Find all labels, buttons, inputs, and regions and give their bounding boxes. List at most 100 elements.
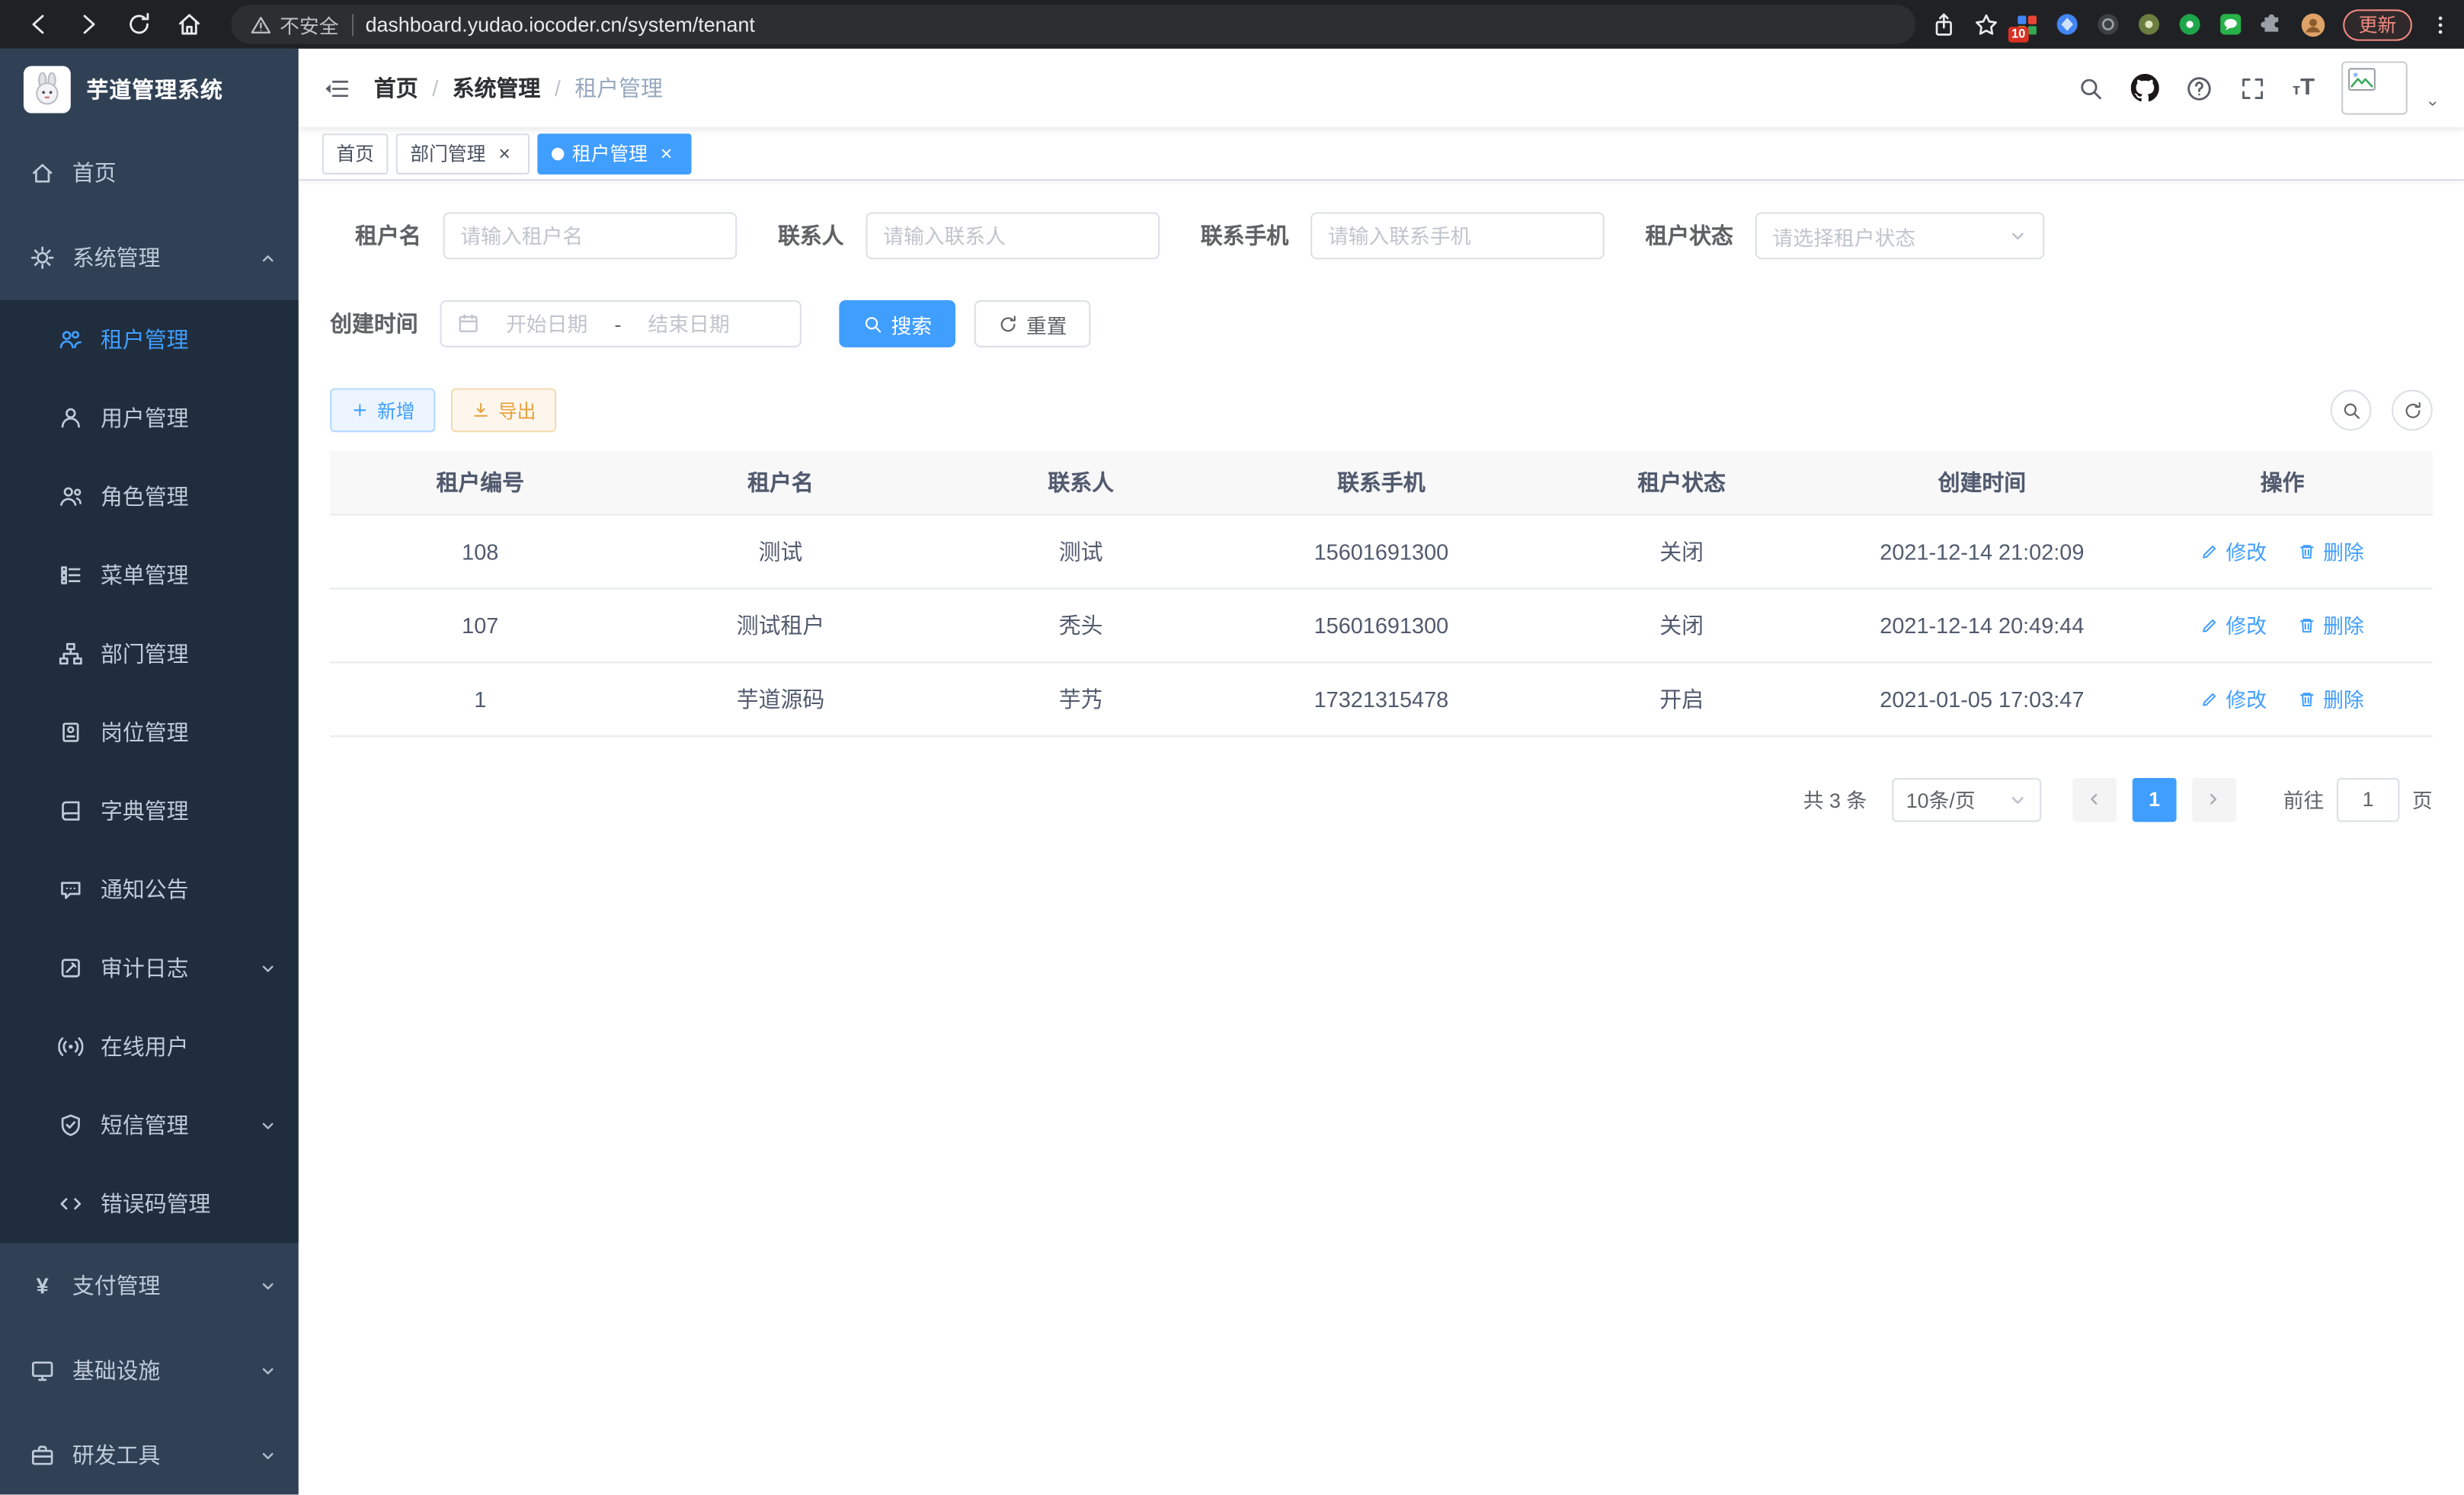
cell-mobile: 15601691300	[1231, 514, 1531, 587]
export-button[interactable]: 导出	[451, 388, 556, 432]
pencil-icon	[2200, 615, 2219, 634]
sidebar-item-audit-log[interactable]: 审计日志	[0, 929, 299, 1007]
column-header-tenant-id: 租户编号	[330, 451, 630, 514]
kebab-menu-icon[interactable]	[2430, 14, 2452, 36]
sidebar-item-sms[interactable]: 短信管理	[0, 1086, 299, 1164]
sidebar-item-menu[interactable]: 菜单管理	[0, 536, 299, 614]
sidebar-item-dev-tools[interactable]: 研发工具	[0, 1413, 299, 1494]
sidebar-item-post[interactable]: 岗位管理	[0, 693, 299, 772]
sidebar-item-home[interactable]: 首页	[0, 130, 299, 215]
edit-label: 修改	[2226, 683, 2267, 713]
extension-with-badge-icon[interactable]: 10	[2016, 14, 2038, 36]
sidebar-item-error-code[interactable]: 错误码管理	[0, 1164, 299, 1243]
delete-button[interactable]: 删除	[2298, 610, 2364, 639]
sidebar-item-dict[interactable]: 字典管理	[0, 772, 299, 850]
delete-button[interactable]: 删除	[2298, 536, 2364, 565]
add-button[interactable]: 新增	[330, 388, 435, 432]
bookmark-star-icon[interactable]	[1973, 11, 1998, 37]
breadcrumb-system[interactable]: 系统管理	[453, 72, 541, 104]
github-icon[interactable]	[2131, 74, 2159, 102]
tag-home[interactable]: 首页	[322, 133, 389, 174]
close-icon[interactable]: ×	[494, 142, 516, 165]
edit-button[interactable]: 修改	[2200, 610, 2267, 639]
edit-button[interactable]: 修改	[2200, 683, 2267, 713]
cell-tenant-name: 测试租户	[630, 587, 930, 661]
column-header-tenant-name: 租户名	[630, 451, 930, 514]
security-indicator[interactable]: 不安全	[250, 9, 339, 39]
sidebar-item-online-users[interactable]: 在线用户	[0, 1007, 299, 1086]
delete-button[interactable]: 删除	[2298, 683, 2364, 713]
blue-extension-icon[interactable]	[2056, 13, 2079, 37]
goto-page-input[interactable]	[2337, 777, 2400, 821]
page-size-select[interactable]: 10条/页	[1892, 777, 2041, 821]
sidebar-item-user[interactable]: 用户管理	[0, 379, 299, 457]
share-icon[interactable]	[1931, 11, 1957, 37]
home-nav-icon[interactable]	[176, 11, 203, 37]
breadcrumb-home[interactable]: 首页	[374, 72, 418, 104]
status-select-placeholder: 请选择租户状态	[1773, 221, 1916, 251]
sidebar-item-label: 部门管理	[101, 638, 189, 669]
dark-extension-icon[interactable]	[2096, 13, 2120, 37]
sidebar-item-tenant[interactable]: 租户管理	[0, 300, 299, 379]
date-range-picker[interactable]: -	[440, 300, 802, 347]
profile-avatar[interactable]	[2300, 11, 2325, 37]
sidebar-item-infra[interactable]: 基础设施	[0, 1328, 299, 1413]
reset-button[interactable]: 重置	[974, 300, 1091, 347]
chevron-down-icon	[259, 1277, 277, 1295]
browser-chrome: 不安全 dashboard.yudao.iocoder.cn/system/te…	[0, 0, 2464, 49]
filter-contact: 联系人	[778, 212, 1160, 259]
contact-input[interactable]	[883, 224, 1142, 248]
navbar-actions: тT	[2077, 61, 2440, 114]
sidebar-item-label: 审计日志	[101, 952, 189, 984]
search-button[interactable]: 搜索	[839, 300, 955, 347]
cell-tenant-id: 108	[330, 514, 630, 587]
fullscreen-icon[interactable]	[2239, 75, 2266, 101]
green-extension-icon[interactable]	[2178, 13, 2202, 37]
next-page-button[interactable]	[2192, 777, 2236, 821]
puzzle-icon[interactable]	[2260, 13, 2283, 37]
sidebar-item-system[interactable]: 系统管理	[0, 216, 299, 300]
caret-down-icon[interactable]	[2424, 99, 2440, 115]
current-page-button[interactable]: 1	[2133, 777, 2177, 821]
sidebar-item-role[interactable]: 角色管理	[0, 457, 299, 536]
sidebar-item-pay[interactable]: ¥ 支付管理	[0, 1243, 299, 1327]
mobile-input[interactable]	[1328, 224, 1587, 248]
prev-page-button[interactable]	[2072, 777, 2117, 821]
cell-created: 2021-01-05 17:03:47	[1832, 661, 2132, 735]
cell-contact: 测试	[931, 514, 1231, 587]
mobile-input-wrap	[1310, 212, 1605, 259]
toggle-search-button[interactable]	[2331, 390, 2372, 431]
edit-button[interactable]: 修改	[2200, 536, 2267, 565]
olive-extension-icon[interactable]	[2137, 13, 2161, 37]
search-icon[interactable]	[2077, 75, 2104, 101]
logo-row[interactable]: 芋道管理系统	[0, 49, 299, 130]
sidebar-item-notice[interactable]: 通知公告	[0, 850, 299, 929]
start-date-input[interactable]	[488, 312, 605, 335]
forward-icon[interactable]	[75, 11, 102, 37]
help-icon[interactable]	[2186, 75, 2213, 101]
sidebar-item-label: 在线用户	[101, 1031, 189, 1062]
url-text[interactable]: dashboard.yudao.iocoder.cn/system/tenant	[366, 13, 755, 37]
cell-mobile: 15601691300	[1231, 587, 1531, 661]
font-size-icon[interactable]: тT	[2293, 74, 2315, 102]
contact-input-wrap	[866, 212, 1160, 259]
tag-dept[interactable]: 部门管理 ×	[396, 133, 530, 174]
sidebar-toggle[interactable]	[322, 75, 350, 101]
tenant-name-input[interactable]	[460, 224, 719, 248]
user-avatar[interactable]	[2341, 61, 2408, 114]
status-select[interactable]: 请选择租户状态	[1755, 212, 2045, 259]
sidebar-item-dept[interactable]: 部门管理	[0, 614, 299, 693]
reload-icon[interactable]	[126, 11, 152, 37]
back-icon[interactable]	[25, 11, 52, 37]
end-date-input[interactable]	[631, 312, 747, 335]
tag-tenant-active[interactable]: 租户管理 ×	[537, 133, 691, 174]
filter-tenant-name: 租户名	[330, 212, 737, 259]
refresh-table-button[interactable]	[2392, 390, 2433, 431]
address-bar[interactable]: 不安全 dashboard.yudao.iocoder.cn/system/te…	[231, 5, 1915, 44]
close-icon[interactable]: ×	[655, 142, 677, 165]
chat-extension-icon[interactable]	[2219, 13, 2242, 37]
total-count: 共 3 条	[1803, 784, 1867, 814]
update-button[interactable]: 更新	[2343, 8, 2412, 40]
sidebar: 芋道管理系统 首页 系统管理 租户管理 用户管理	[0, 49, 299, 1495]
refresh-icon	[2402, 400, 2423, 421]
